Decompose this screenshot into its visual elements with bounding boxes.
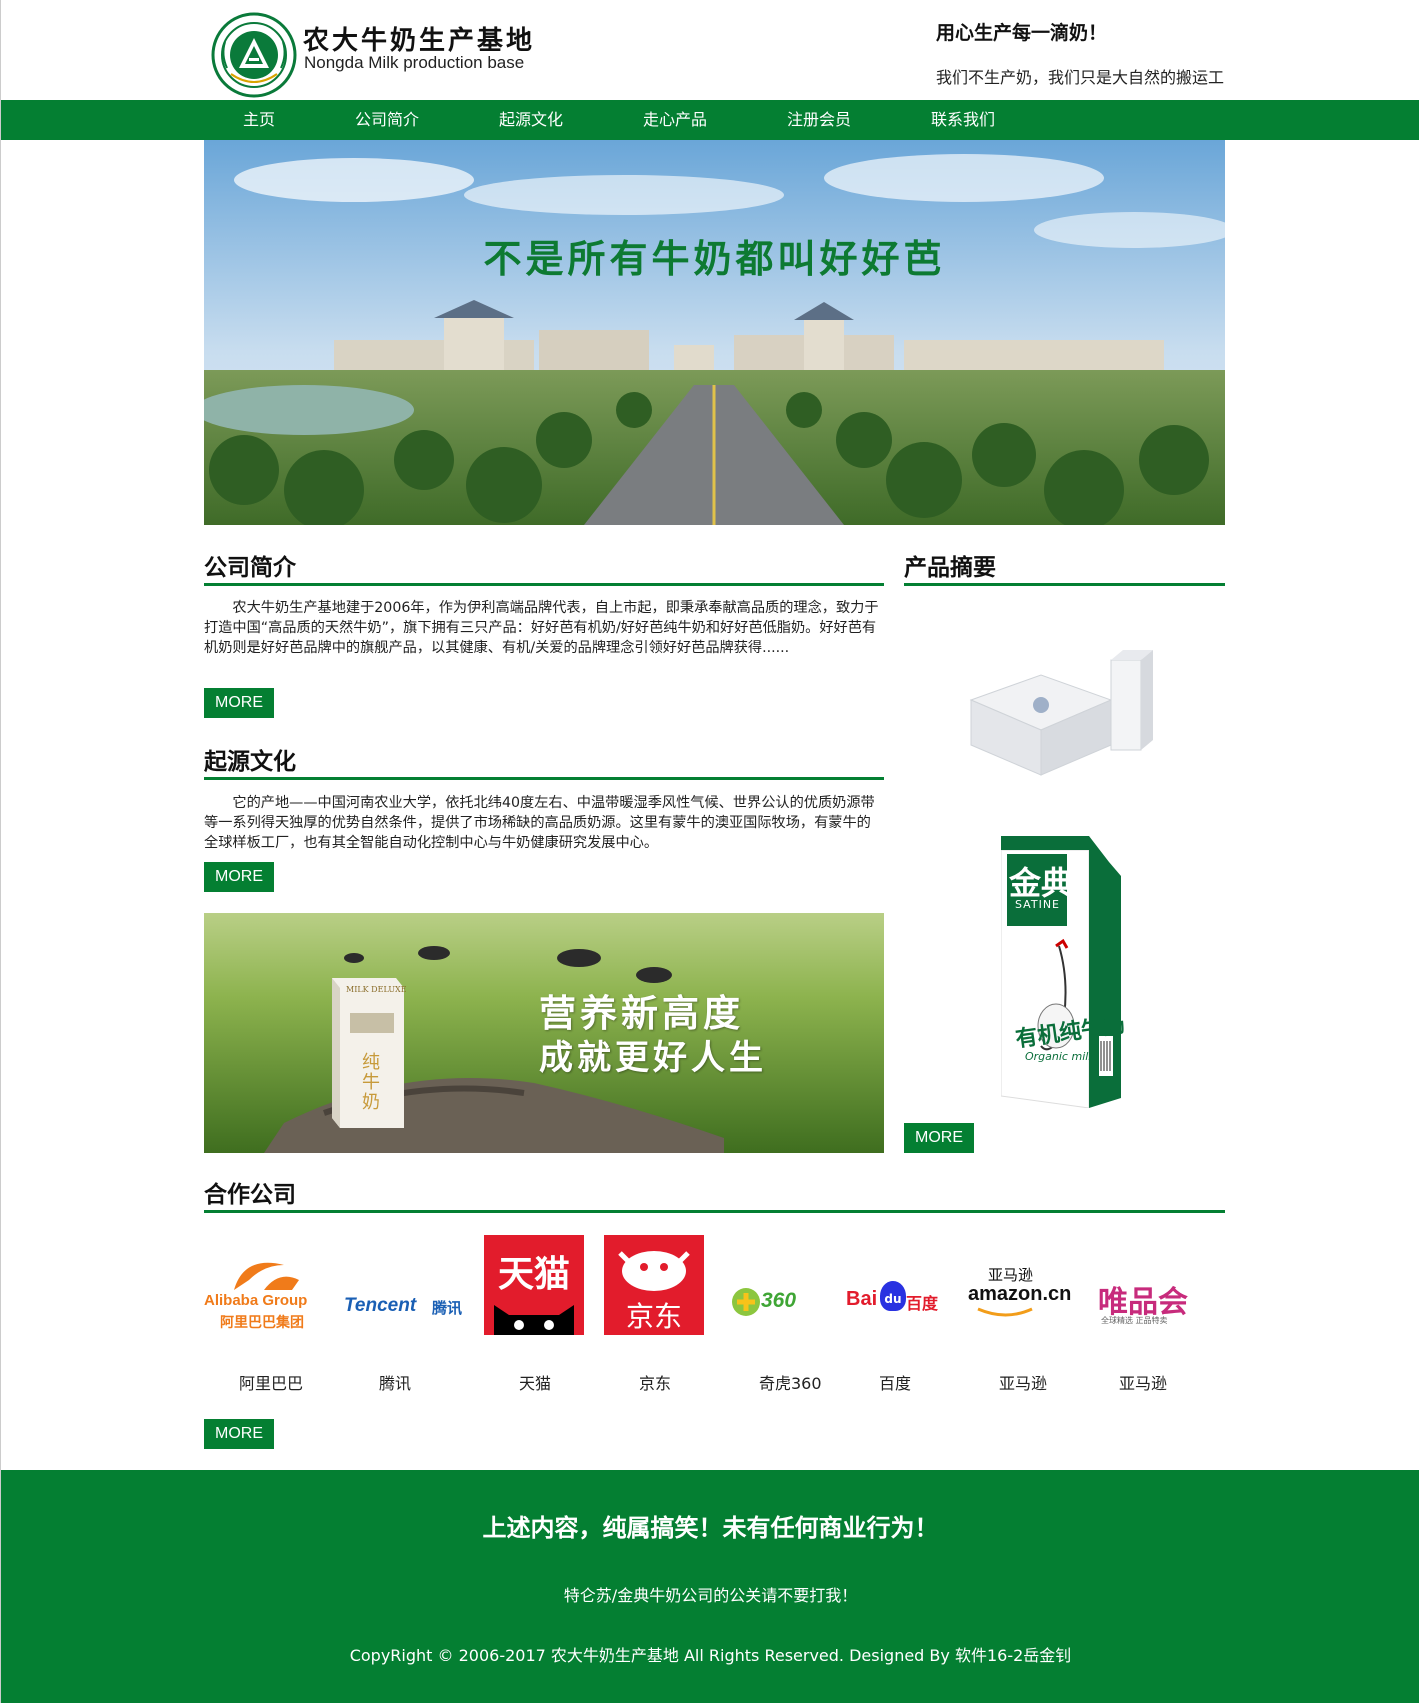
carton-brand-english: SATINE xyxy=(1015,898,1060,911)
university-emblem-icon[interactable] xyxy=(211,12,297,98)
alibaba-logo-sub: 阿里巴巴集团 xyxy=(220,1315,304,1331)
nav-item-register[interactable]: 注册会员 xyxy=(787,100,851,140)
partners-title: 合作公司 xyxy=(204,1182,296,1208)
product-summary-more-button[interactable]: MORE xyxy=(904,1123,974,1153)
promo-subheadline: 成就更好人生 xyxy=(539,1038,767,1078)
jd-logo-text: 京东 xyxy=(625,1300,682,1333)
company-intro-more-button[interactable]: MORE xyxy=(204,688,274,718)
company-intro-text: 农大牛奶生产基地建于2006年，作为伊利高端品牌代表，自上市起，即秉承奉献高品质… xyxy=(204,600,879,656)
carton-product-english: Organic milk xyxy=(1025,1050,1095,1063)
nav-item-contact[interactable]: 联系我们 xyxy=(931,100,995,140)
baidu-logo-sub: 百度 xyxy=(906,1294,939,1313)
section-divider xyxy=(204,583,884,586)
page: 农大牛奶生产基地 Nongda Milk production base 用心生… xyxy=(0,0,1419,1703)
section-divider xyxy=(904,583,1225,586)
header-subslogan: 我们不生产奶，我们只是大自然的搬运工 xyxy=(936,68,1225,87)
campus-landscape-image xyxy=(204,140,1225,525)
qihoo360-logo-text: 360 xyxy=(761,1289,797,1312)
nav-item-company-intro[interactable]: 公司简介 xyxy=(355,100,419,140)
organic-milk-carton-image: 金典 SATINE 有机纯牛奶 Organic milk xyxy=(1001,836,1136,1108)
origin-culture-more-button[interactable]: MORE xyxy=(204,862,274,892)
partners-more-button[interactable]: MORE xyxy=(204,1419,274,1449)
main-nav: 主页 公司简介 起源文化 走心产品 注册会员 联系我们 xyxy=(1,100,1419,140)
site-footer: 上述内容，纯属搞笑！未有任何商业行为！ 特仑苏/金典牛奶公司的公关请不要打我！ … xyxy=(1,1470,1419,1703)
site-header: 农大牛奶生产基地 Nongda Milk production base 用心生… xyxy=(1,0,1419,100)
footer-note: 特仑苏/金典牛奶公司的公关请不要打我！ xyxy=(563,1586,858,1605)
vipshop-logo[interactable]: 唯品会 全球精选 正品特卖 xyxy=(1096,1235,1196,1335)
promo-carton-brand: MILK DELUXE xyxy=(346,985,407,994)
amazon-logo[interactable]: 亚马逊 amazon.cn xyxy=(966,1235,1071,1335)
tencent-logo[interactable]: Tencent 腾讯 xyxy=(344,1235,464,1335)
header-slogan: 用心生产每一滴奶！ xyxy=(936,22,1108,44)
brand-name-english: Nongda Milk production base xyxy=(304,53,525,72)
amazon-logo-sub: 亚马逊 xyxy=(988,1266,1034,1284)
tencent-logo-sub: 腾讯 xyxy=(432,1299,463,1317)
partner-name: 天猫 xyxy=(519,1374,552,1393)
alibaba-logo-text: Alibaba Group xyxy=(204,1292,308,1309)
baidu-logo[interactable]: Bai du 百度 xyxy=(846,1235,946,1335)
company-intro-title: 公司简介 xyxy=(204,555,296,581)
alibaba-logo[interactable]: Alibaba Group 阿里巴巴集团 xyxy=(204,1235,324,1335)
origin-culture-title: 起源文化 xyxy=(204,749,296,775)
footer-copyright: CopyRight © 2006-2017 农大牛奶生产基地 All Right… xyxy=(349,1646,1072,1665)
milk-gift-box-image xyxy=(969,650,1153,776)
baidu-paw-icon: du xyxy=(880,1281,906,1311)
footer-disclaimer: 上述内容，纯属搞笑！未有任何商业行为！ xyxy=(482,1514,939,1542)
partner-name: 阿里巴巴 xyxy=(239,1374,304,1393)
partner-name: 腾讯 xyxy=(379,1374,412,1393)
partner-name: 奇虎360 xyxy=(759,1374,822,1393)
origin-culture-text: 它的产地——中国河南农业大学，依托北纬40度左右、中温带暖湿季风性气候、世界公认… xyxy=(204,795,875,851)
product-summary-title: 产品摘要 xyxy=(904,555,996,581)
banner-headline: 不是所有牛奶都叫好好芭 xyxy=(483,237,946,281)
promo-banner: MILK DELUXE 纯牛奶 营养新高度 成就更好人生 xyxy=(204,913,884,1153)
jd-logo[interactable]: 京东 xyxy=(604,1235,704,1335)
tmall-logo-text: 天猫 xyxy=(497,1254,570,1295)
amazon-smile-icon xyxy=(977,1307,1033,1317)
tencent-logo-text: Tencent xyxy=(344,1295,417,1316)
promo-carton-label: 纯牛奶 xyxy=(362,1052,380,1113)
partner-name: 京东 xyxy=(639,1374,672,1393)
amazon-logo-text: amazon.cn xyxy=(968,1283,1072,1305)
partner-name: 亚马逊 xyxy=(1119,1374,1168,1393)
section-divider xyxy=(204,777,884,780)
nav-item-products[interactable]: 走心产品 xyxy=(643,100,707,140)
section-divider xyxy=(204,1210,1225,1213)
tmall-logo[interactable]: 天猫 xyxy=(484,1235,584,1335)
brand-name: 农大牛奶生产基地 xyxy=(303,26,536,56)
baidu-logo-text: Bai xyxy=(846,1288,878,1310)
vipshop-logo-sub: 全球精选 正品特卖 xyxy=(1101,1316,1168,1325)
qihoo360-logo[interactable]: 360 xyxy=(731,1235,831,1335)
partner-name: 百度 xyxy=(879,1374,912,1393)
hero-banner: 不是所有牛奶都叫好好芭 xyxy=(204,140,1225,525)
partner-name: 亚马逊 xyxy=(999,1374,1048,1393)
promo-headline: 营养新高度 xyxy=(539,992,744,1035)
nav-item-home[interactable]: 主页 xyxy=(243,100,275,140)
nav-item-origin-culture[interactable]: 起源文化 xyxy=(499,100,563,140)
